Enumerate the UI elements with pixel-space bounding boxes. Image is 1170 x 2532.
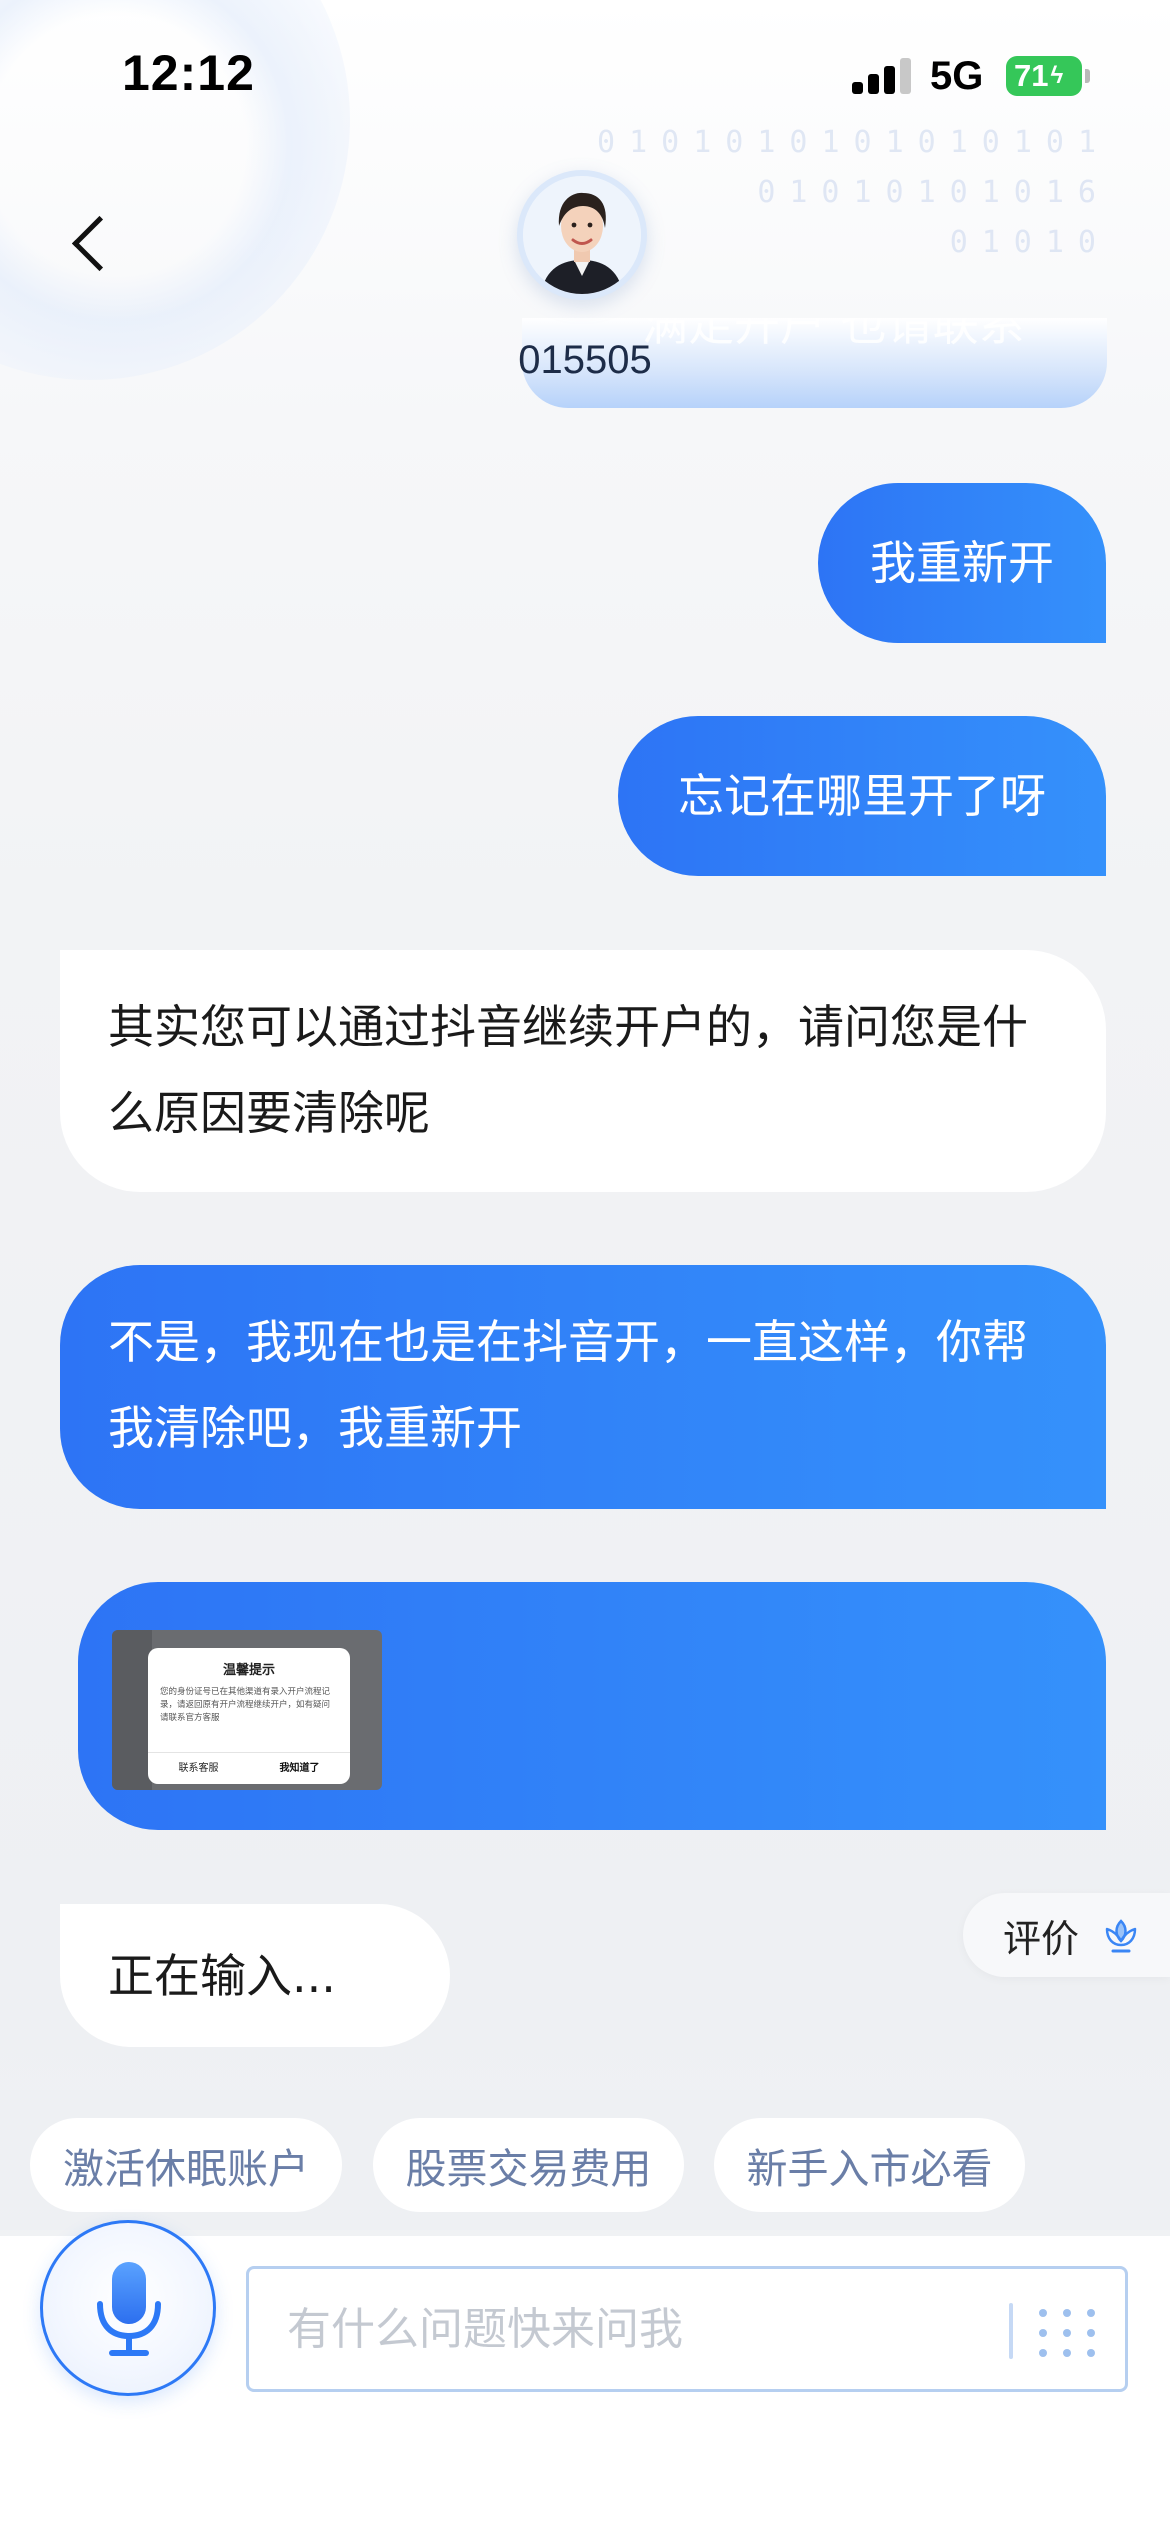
dialog-body: 您的身份证号已在其他渠道有录入开户流程记录，请返回原有开户流程继续开户，如有疑问… [160, 1687, 331, 1723]
voice-button[interactable] [40, 2220, 216, 2396]
network-label: 5G [930, 54, 984, 98]
quick-reply-chip[interactable]: 激活休眠账户 [30, 2118, 342, 2212]
rate-button[interactable]: 评价 [963, 1893, 1170, 1977]
dialog-title: 温馨提示 [222, 1663, 275, 1678]
rate-flower-icon [1101, 1915, 1141, 1955]
dialog-contact-button: 联系客服 [178, 1763, 219, 1774]
battery-level: 71 [1014, 58, 1049, 93]
dialog-ok-button: 我知道了 [279, 1763, 320, 1774]
avatar [517, 170, 647, 300]
screenshot-thumbnail[interactable]: 温馨提示 您的身份证号已在其他渠道有录入开户流程记录，请返回原有开户流程继续开户… [112, 1630, 382, 1790]
status-bar: 12:12 5G 71 ϟ [0, 0, 1170, 150]
message-input[interactable] [287, 2293, 987, 2365]
status-time: 12:12 [122, 45, 255, 101]
user-message: 不是，我现在也是在抖音开，一直这样，你帮我清除吧，我重新开 [60, 1265, 1106, 1509]
agent-message: 其实您可以通过抖音继续开户的，请问您是什么原因要清除呢 [60, 950, 1106, 1192]
agent-id: 015505 [518, 338, 652, 382]
signal-icon [852, 58, 914, 94]
screenshot-dialog: 温馨提示 您的身份证号已在其他渠道有录入开户流程记录，请返回原有开户流程继续开户… [148, 1648, 350, 1784]
microphone-icon [97, 2262, 161, 2356]
rate-label: 评价 [1003, 1916, 1080, 1961]
typing-text: 正在输入... [108, 1948, 336, 2003]
charging-bolt-icon: ϟ [1050, 62, 1064, 89]
message-text: 不是，我现在也是在抖音开，一直这样，你帮我清除吧，我重新开 [108, 1315, 1028, 1455]
keypad-icon[interactable] [1039, 2309, 1099, 2357]
quick-reply-chip[interactable]: 新手入市必看 [714, 2118, 1025, 2212]
quick-reply-chip[interactable]: 股票交易费用 [373, 2118, 684, 2212]
message-text: 我重新开 [870, 536, 1054, 590]
message-input-box[interactable] [246, 2266, 1128, 2392]
user-message: 我重新开 [818, 483, 1106, 643]
input-divider [1009, 2303, 1013, 2359]
user-message: 忘记在哪里开了呀 [618, 716, 1106, 876]
agent-portrait-icon [523, 176, 641, 294]
back-icon[interactable] [62, 210, 122, 280]
dialog-buttons: 联系客服 我知道了 [148, 1752, 350, 1784]
battery-icon: 71 ϟ [1006, 56, 1090, 96]
user-image-message: 温馨提示 您的身份证号已在其他渠道有录入开户流程记录，请返回原有开户流程继续开户… [78, 1582, 1106, 1830]
typing-indicator: 正在输入... [60, 1904, 450, 2047]
chat-page: 0101010101010101 01010101016 01010 12:12 5… [0, 0, 1170, 2532]
message-text: 其实您可以通过抖音继续开户的，请问您是什么原因要清除呢 [108, 1000, 1028, 1140]
message-text: 忘记在哪里开了呀 [678, 769, 1046, 823]
